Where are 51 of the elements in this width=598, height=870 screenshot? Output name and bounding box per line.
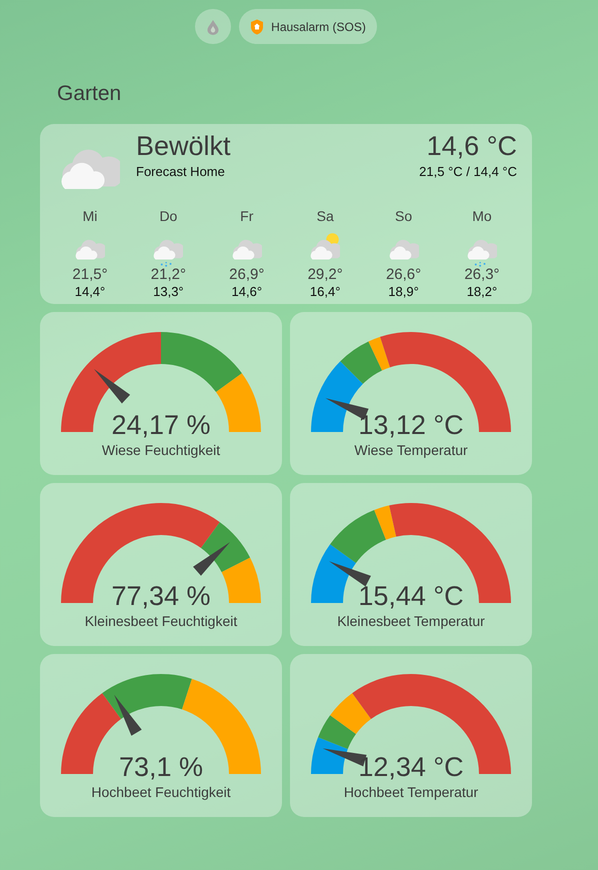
forecast-day: Mi [82,208,98,224]
section-title: Garten [56,81,122,107]
gauge-card[interactable]: 77,34 % Kleinesbeet Feuchtigkeit [40,483,282,646]
gauge-label: Hochbeet Feuchtigkeit [91,783,231,802]
alarm-chip[interactable]: Hausalarm (SOS) [239,9,377,44]
gauge-label: Hochbeet Temperatur [344,783,478,802]
forecast-source: Forecast Home [136,162,226,181]
gauge-card[interactable]: 15,44 °C Kleinesbeet Temperatur [290,483,532,646]
gauge-needle [193,542,230,576]
shield-home-icon [250,18,264,34]
high-low-temperature: 21,5 °C / 14,4 °C [419,162,517,181]
gauge-value: 12,34 °C [358,752,464,782]
forecast-day: Sa [316,208,334,224]
gauge-value: 13,12 °C [358,410,464,440]
forecast-high: 21,2° [150,266,186,284]
water-drop-button[interactable] [195,9,232,44]
weather-condition: Bewölkt [136,132,232,162]
gauge-card[interactable]: 12,34 °C Hochbeet Temperatur [290,654,532,817]
gauge-label: Kleinesbeet Feuchtigkeit [84,612,238,631]
forecast-low: 14,4° [74,284,106,300]
forecast-low: 18,2° [466,284,498,300]
gauge-needle [329,561,371,587]
forecast-day: So [395,208,412,224]
gauge-card[interactable]: 73,1 % Hochbeet Feuchtigkeit [40,654,282,817]
forecast-day: Mo [472,208,492,224]
forecast-high: 21,5° [72,266,108,284]
forecast-high: 26,3° [464,266,500,284]
forecast-low: 14,6° [232,284,262,300]
gauge-label: Wiese Temperatur [354,441,468,460]
forecast-day: Fr [240,208,254,224]
forecast-day: Do [159,208,178,224]
gauge-label: Kleinesbeet Temperatur [337,612,485,631]
gauge-label: Wiese Feuchtigkeit [102,441,220,460]
current-temperature: 14,6 °C [426,132,517,162]
forecast-high: 29,2° [308,266,343,284]
forecast-low: 13,3° [153,284,184,300]
forecast-low: 16,4° [310,284,340,300]
gauge-needle [114,694,142,736]
forecast-high: 26,6° [386,266,422,284]
sun-cloud-icon [310,232,340,262]
water-drop-icon [206,18,220,34]
gauge-card[interactable]: 24,17 % Wiese Feuchtigkeit [40,312,282,475]
gauge-value: 15,44 °C [358,581,464,611]
gauge-value: 24,17 % [111,410,211,440]
weather-card[interactable]: Bewölkt Forecast Home 14,6 °C 21,5 °C / 14,4 °C Mi 21,5° 14,4° Do 21,2° 13,3° Fr 26,9° 14,6° Sa 29,2° 16,4° So 26,6° 18,9° Mo 26,3° 18,2° [40,124,532,304]
gauge-needle [94,369,130,404]
gauge-card[interactable]: 13,12 °C Wiese Temperatur [290,312,532,475]
gauge-value: 77,34 % [111,581,211,611]
forecast-high: 26,9° [229,266,264,284]
gauge-value: 73,1 % [118,752,204,782]
forecast-low: 18,9° [388,284,419,300]
